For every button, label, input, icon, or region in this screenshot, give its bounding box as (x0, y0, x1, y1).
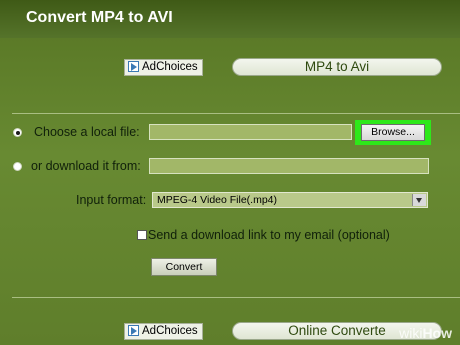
watermark-suffix: How (422, 325, 452, 341)
adchoices-icon (128, 325, 139, 336)
divider-top (12, 113, 460, 114)
convert-button[interactable]: Convert (151, 258, 217, 276)
input-format-label: Input format: (76, 193, 147, 207)
watermark-prefix: wiki (399, 325, 423, 341)
adchoices-top-label: AdChoices (142, 61, 198, 73)
wikihow-watermark: wikiHow (399, 325, 452, 341)
email-link-label: Send a download link to my email (option… (148, 228, 390, 242)
local-file-input[interactable] (149, 124, 352, 140)
page-title: Convert MP4 to AVI (26, 9, 173, 26)
download-url-input[interactable] (149, 158, 429, 174)
local-file-label: Choose a local file: (34, 125, 140, 139)
input-format-value: MPEG-4 Video File(.mp4) (157, 194, 278, 206)
divider-bottom (12, 297, 460, 298)
radio-local-file[interactable] (13, 128, 22, 137)
adchoices-bottom[interactable]: AdChoices (124, 323, 203, 340)
email-link-checkbox[interactable] (137, 230, 147, 240)
adchoices-icon (128, 61, 139, 72)
header-bar: Convert MP4 to AVI (0, 0, 460, 38)
radio-download-url[interactable] (13, 162, 22, 171)
adchoices-bottom-label: AdChoices (142, 325, 198, 337)
download-label: or download it from: (31, 159, 141, 173)
chevron-down-icon[interactable] (412, 194, 426, 206)
adchoices-top[interactable]: AdChoices (124, 59, 203, 76)
ad-link-mp4-to-avi[interactable]: MP4 to Avi (232, 58, 442, 76)
browse-button[interactable]: Browse... (361, 124, 425, 141)
input-format-select[interactable]: MPEG-4 Video File(.mp4) (152, 192, 428, 208)
